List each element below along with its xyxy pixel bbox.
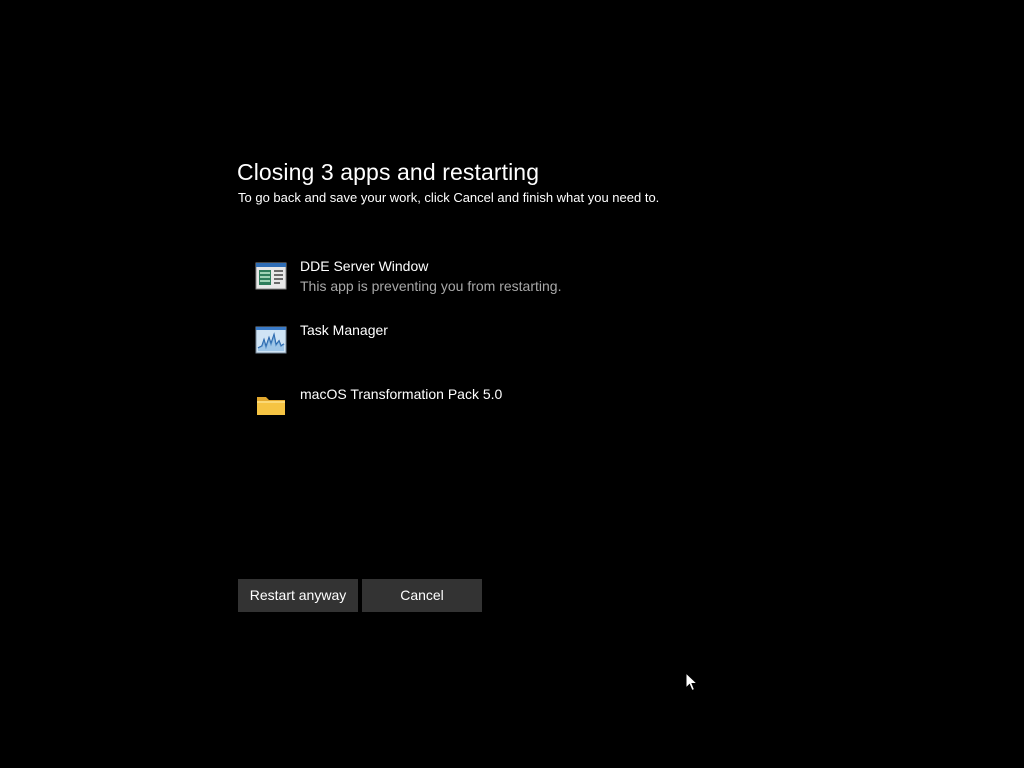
list-item-task-manager: Task Manager — [255, 320, 755, 370]
app-name: DDE Server Window — [300, 258, 429, 274]
restart-screen: Closing 3 apps and restarting To go back… — [0, 0, 1024, 768]
app-status-text: This app is preventing you from restarti… — [300, 278, 562, 294]
mouse-pointer-icon — [685, 671, 699, 692]
app-name: macOS Transformation Pack 5.0 — [300, 386, 503, 402]
cancel-button[interactable]: Cancel — [362, 579, 482, 612]
task-manager-icon — [255, 326, 287, 354]
list-item-macos-pack: macOS Transformation Pack 5.0 — [255, 384, 755, 434]
list-item-dde-server: DDE Server Window This app is preventing… — [255, 256, 755, 306]
app-name: Task Manager — [300, 322, 388, 338]
page-subtitle: To go back and save your work, click Can… — [238, 190, 660, 205]
restart-anyway-button[interactable]: Restart anyway — [238, 579, 358, 612]
folder-icon — [255, 390, 287, 418]
dde-window-icon — [255, 262, 287, 290]
page-title: Closing 3 apps and restarting — [237, 159, 540, 185]
